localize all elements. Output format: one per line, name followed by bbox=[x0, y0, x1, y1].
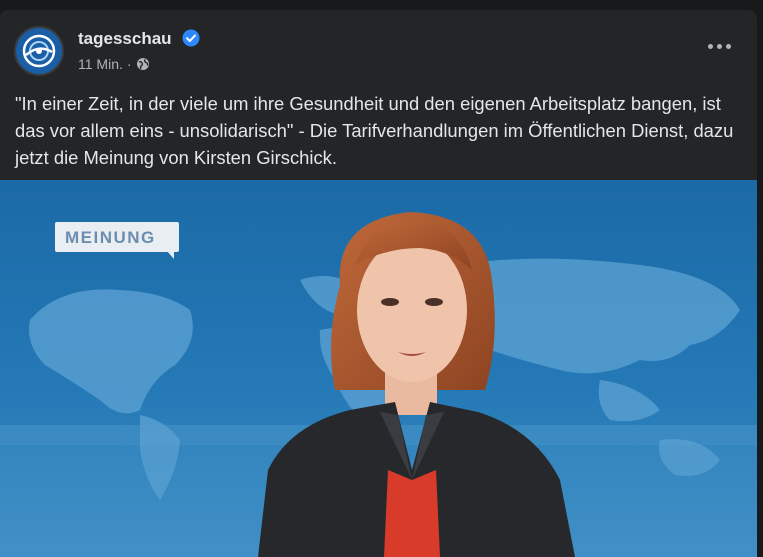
post-text: "In einer Zeit, in der viele um ihre Ges… bbox=[15, 93, 734, 168]
post-timestamp[interactable]: 11 Min. bbox=[78, 56, 123, 72]
verified-badge-icon bbox=[182, 29, 200, 47]
more-options-icon[interactable] bbox=[701, 34, 737, 58]
badge-label: MEINUNG bbox=[65, 228, 156, 247]
globe-icon[interactable] bbox=[136, 57, 150, 71]
meinung-badge: MEINUNG bbox=[55, 222, 179, 252]
page-avatar[interactable] bbox=[14, 26, 64, 76]
post-card: tagesschau 11 Min. · "In einer Zeit, in … bbox=[0, 10, 757, 557]
post-meta: 11 Min. · bbox=[78, 56, 150, 72]
post-header: tagesschau 11 Min. · bbox=[0, 10, 757, 80]
meta-separator: · bbox=[126, 56, 132, 72]
page-name[interactable]: tagesschau bbox=[78, 29, 172, 49]
video-player[interactable]: MEINUNG bbox=[0, 180, 757, 557]
badge-tail bbox=[166, 250, 174, 259]
tagesschau-logo-icon bbox=[18, 30, 60, 72]
